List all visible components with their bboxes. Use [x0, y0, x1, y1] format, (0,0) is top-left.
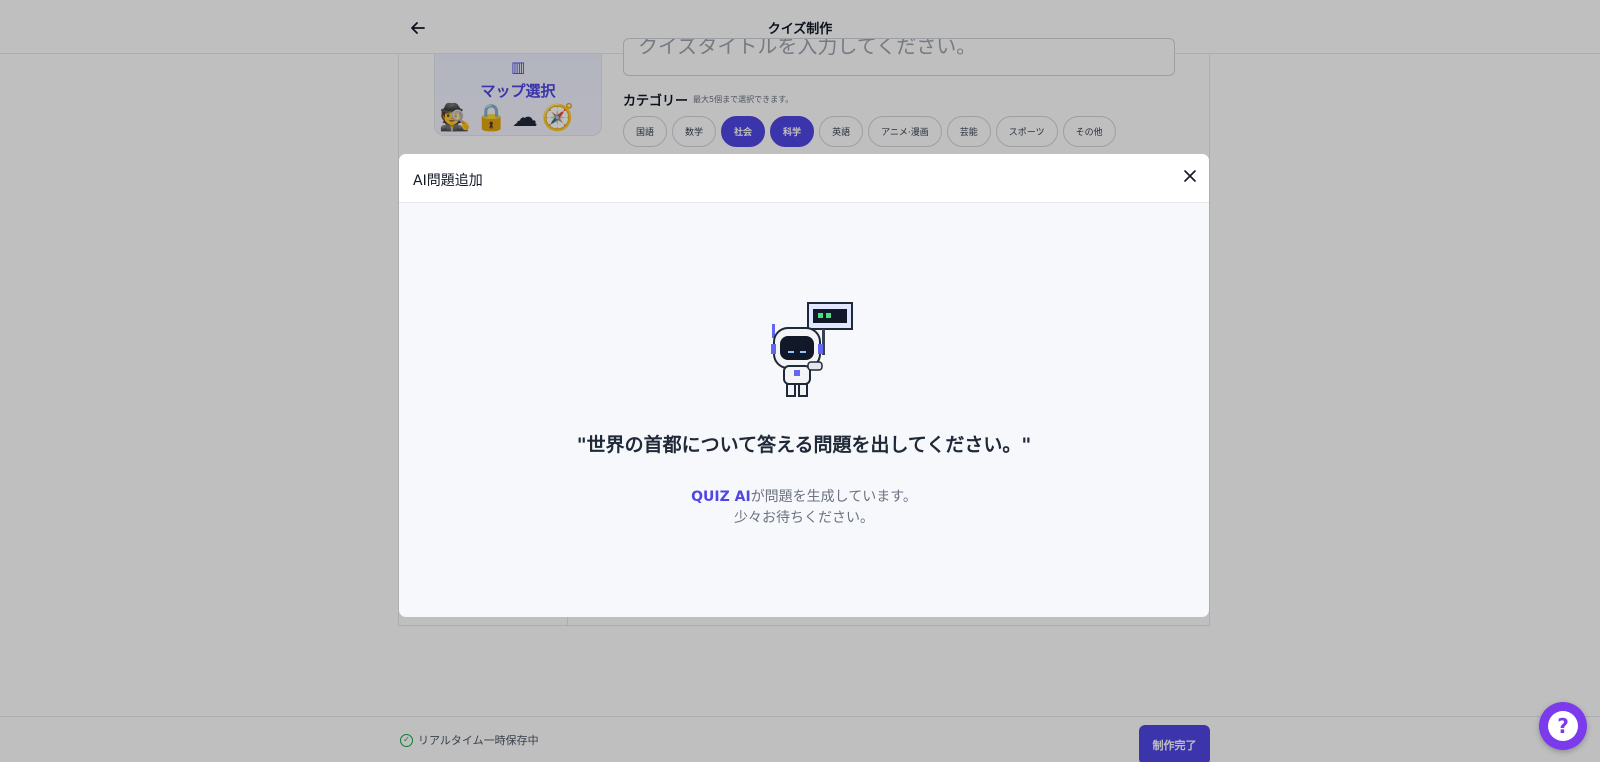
modal-title: AI問題追加 — [413, 173, 483, 189]
close-icon — [1184, 170, 1196, 182]
ai-prompt-text: "世界の首都について答える問題を出してください。" — [576, 434, 1032, 456]
robot-illustration — [771, 302, 853, 397]
ai-brand: QUIZ AI — [691, 489, 751, 505]
help-button[interactable]: ? — [1539, 702, 1587, 750]
ai-status-suffix: が問題を生成しています。 — [750, 489, 917, 505]
ai-wait-text: 少々お待ちください。 — [734, 510, 874, 526]
close-button[interactable] — [1179, 165, 1201, 187]
question-icon: ? — [1548, 711, 1578, 741]
ai-status-text: QUIZ AIが問題を生成しています。 — [399, 486, 1209, 506]
ai-question-modal: AI問題追加 "世界の首都について答える問題を出してください。" QUIZ AI… — [399, 154, 1209, 617]
modal-header: AI問題追加 — [399, 154, 1209, 203]
